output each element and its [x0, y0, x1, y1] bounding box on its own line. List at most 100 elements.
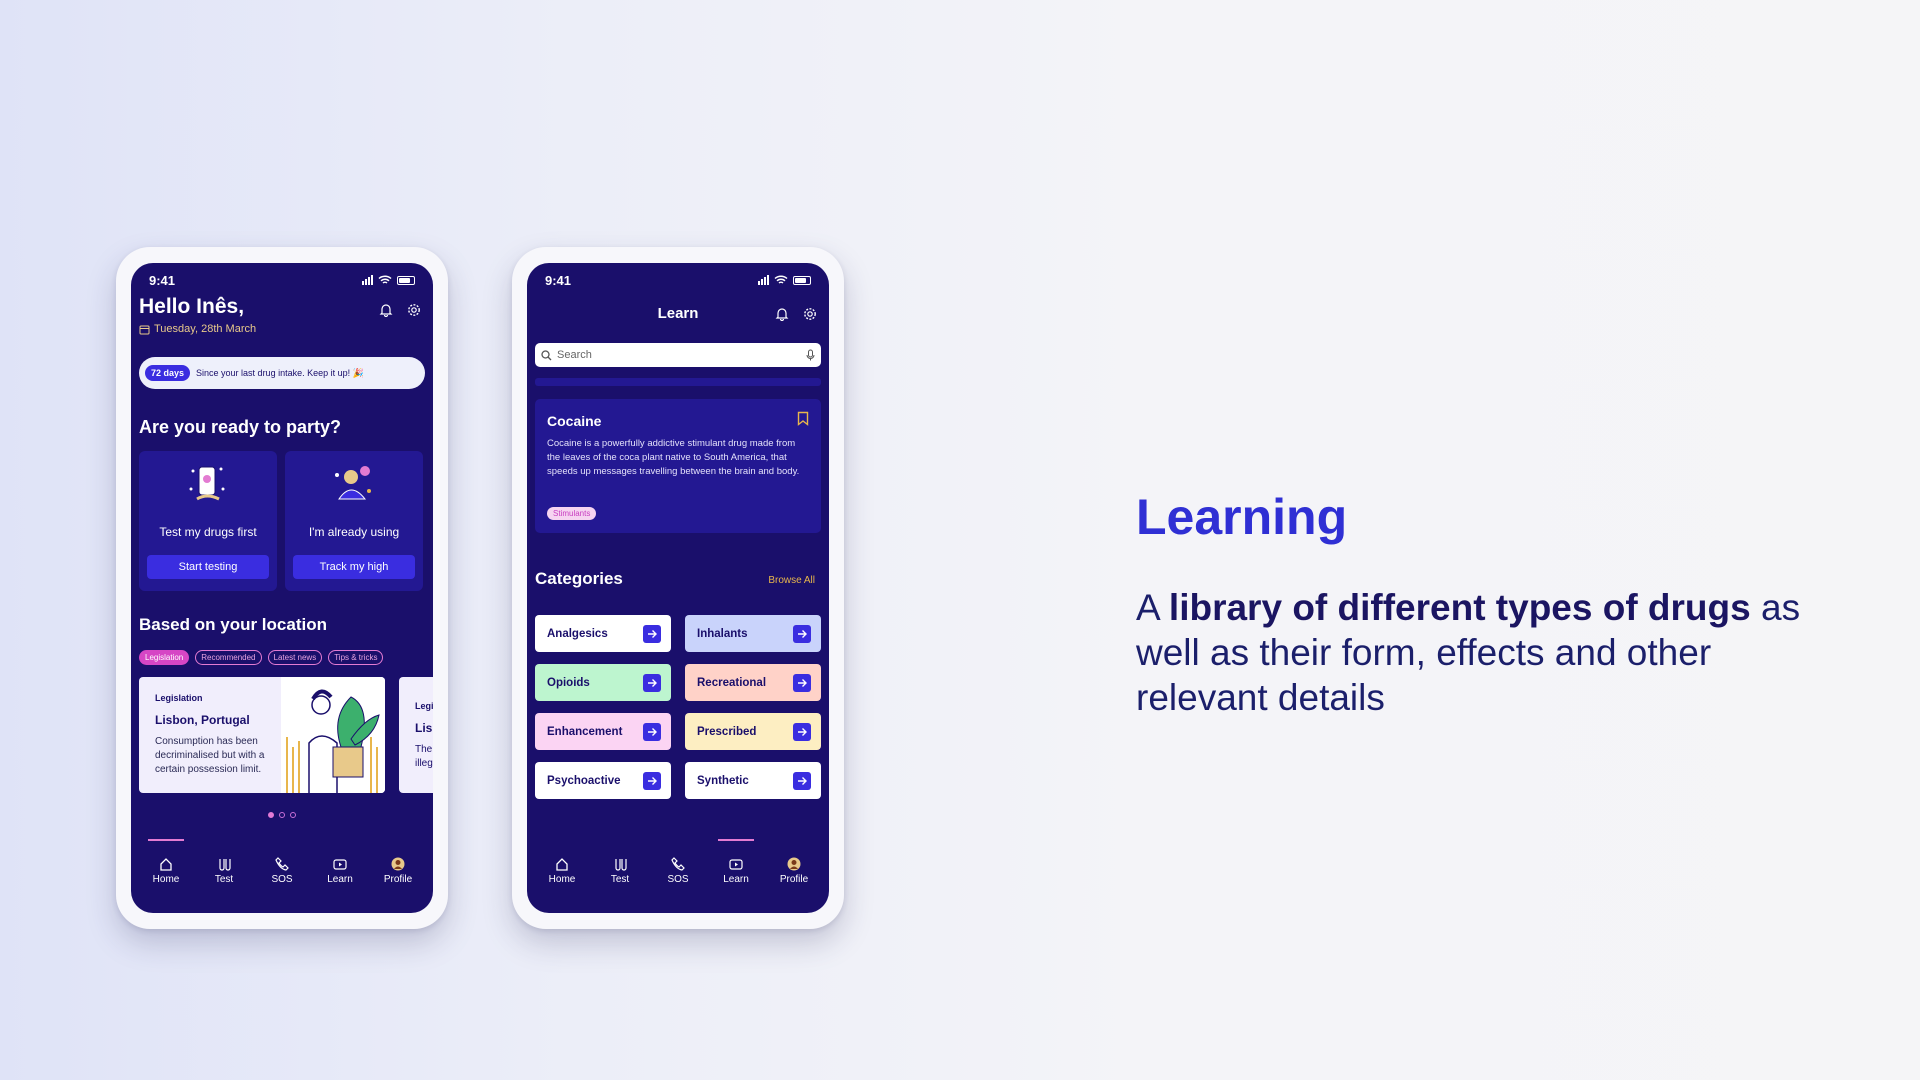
chip-legislation[interactable]: Legislation — [139, 650, 190, 665]
location-tag: Legi — [415, 701, 433, 711]
section-heading: Learning — [1136, 489, 1348, 545]
category-synthetic[interactable]: Synthetic — [685, 762, 821, 799]
arrow-right-icon — [793, 673, 811, 692]
nav-label: Learn — [327, 874, 353, 885]
bell-icon[interactable] — [775, 307, 789, 321]
nav-profile[interactable]: Profile — [372, 857, 424, 885]
chip-tips-tricks[interactable]: Tips & tricks — [328, 650, 384, 665]
arrow-right-icon — [793, 771, 811, 790]
microphone-icon[interactable] — [806, 349, 815, 361]
category-label: Psychoactive — [547, 774, 621, 787]
battery-icon — [793, 275, 811, 285]
drug-title: Cocaine — [547, 413, 602, 429]
bottom-nav: Home Test SOS Learn Profile — [131, 839, 433, 885]
phone-icon — [671, 857, 685, 871]
phone-home-mockup: 9:41 Hello Inês, Tuesday, 28th March 72 … — [116, 247, 448, 929]
category-opioids[interactable]: Opioids — [535, 664, 671, 701]
nav-label: Home — [548, 874, 576, 885]
location-desc: Consumption has been decriminalised but … — [155, 736, 265, 775]
location-desc: The illeg — [415, 744, 433, 769]
featured-drug-card[interactable]: Cocaine Cocaine is a powerfully addictiv… — [535, 399, 821, 533]
carousel-dots[interactable] — [131, 812, 433, 818]
location-city: Lisb — [415, 721, 433, 735]
category-label: Prescribed — [697, 725, 757, 738]
browse-all-link[interactable]: Browse All — [768, 575, 815, 586]
category-prescribed[interactable]: Prescribed — [685, 713, 821, 750]
category-recreational[interactable]: Recreational — [685, 664, 821, 701]
divider — [535, 378, 821, 386]
date-text: Tuesday, 28th March — [154, 323, 257, 335]
streak-banner: 72 days Since your last drug intake. Kee… — [139, 357, 425, 389]
nav-learn[interactable]: Learn — [314, 857, 366, 885]
arrow-right-icon — [643, 771, 661, 790]
location-city: Lisbon, Portugal — [155, 713, 250, 727]
category-label: Inhalants — [697, 627, 748, 640]
location-section-title: Based on your location — [139, 615, 327, 634]
nav-home[interactable]: Home — [536, 857, 588, 885]
nav-home[interactable]: Home — [140, 839, 192, 885]
bell-icon[interactable] — [379, 303, 393, 317]
category-inhalants[interactable]: Inhalants — [685, 615, 821, 652]
nav-test[interactable]: Test — [198, 857, 250, 885]
category-grid: Analgesics Inhalants Opioids Recreationa… — [535, 615, 821, 799]
gear-icon[interactable] — [407, 303, 421, 317]
nav-sos[interactable]: SOS — [652, 857, 704, 885]
track-my-high-button[interactable]: Track my high — [293, 555, 415, 579]
home-screen: 9:41 Hello Inês, Tuesday, 28th March 72 … — [131, 263, 433, 913]
category-enhancement[interactable]: Enhancement — [535, 713, 671, 750]
nav-label: Test — [610, 874, 630, 885]
already-using-card[interactable]: I'm already using Track my high — [285, 451, 423, 591]
para-prefix: A — [1136, 587, 1169, 628]
test-tube-icon — [615, 859, 627, 871]
card-label: Test my drugs first — [159, 525, 257, 539]
test-tube-icon — [219, 859, 231, 871]
category-analgesics[interactable]: Analgesics — [535, 615, 671, 652]
gear-icon[interactable] — [803, 307, 817, 321]
section-description: A library of different types of drugs as… — [1136, 585, 1836, 720]
search-icon — [541, 349, 552, 360]
greeting: Hello Inês, — [139, 295, 245, 318]
nav-test[interactable]: Test — [594, 857, 646, 885]
location-card[interactable]: Legi Lisb The illeg — [399, 677, 433, 793]
party-person-illustration — [335, 466, 371, 500]
categories-title: Categories — [535, 569, 623, 588]
category-label: Opioids — [547, 676, 590, 689]
carousel-dot[interactable] — [268, 812, 274, 818]
search-placeholder: Search — [557, 349, 592, 361]
category-label: Enhancement — [547, 725, 623, 738]
bottom-nav: Home Test SOS Learn Profile — [527, 839, 829, 885]
nav-sos[interactable]: SOS — [256, 857, 308, 885]
phone-icon — [275, 857, 289, 871]
wifi-icon — [378, 275, 392, 284]
bookmark-icon[interactable] — [797, 411, 809, 426]
category-psychoactive[interactable]: Psychoactive — [535, 762, 671, 799]
signal-icon — [758, 275, 769, 285]
chip-recommended[interactable]: Recommended — [195, 650, 262, 665]
avatar-icon — [391, 857, 405, 871]
nav-label: Profile — [779, 874, 809, 885]
status-bar: 9:41 — [527, 271, 829, 289]
test-drugs-card[interactable]: Test my drugs first Start testing — [139, 451, 277, 591]
carousel-dot[interactable] — [279, 812, 285, 818]
para-bold: library of different types of drugs — [1168, 587, 1751, 628]
carousel-dot[interactable] — [290, 812, 296, 818]
phone-learn-mockup: 9:41 Learn Search Cocaine Cocaine is a p… — [512, 247, 844, 929]
category-label: Analgesics — [547, 627, 608, 640]
search-input[interactable]: Search — [535, 343, 821, 367]
home-icon — [160, 858, 172, 871]
avatar-icon — [787, 857, 801, 871]
arrow-right-icon — [643, 673, 661, 692]
location-tag: Legislation — [155, 693, 203, 703]
home-icon — [556, 858, 568, 871]
nav-profile[interactable]: Profile — [768, 857, 820, 885]
location-card[interactable]: Legislation Lisbon, Portugal Consumption… — [139, 677, 385, 793]
streak-days-badge: 72 days — [145, 365, 191, 381]
nav-learn[interactable]: Learn — [710, 839, 762, 885]
status-time: 9:41 — [149, 272, 176, 288]
start-testing-button[interactable]: Start testing — [147, 555, 269, 579]
party-section-title: Are you ready to party? — [139, 417, 342, 437]
category-label: Synthetic — [697, 774, 749, 787]
status-bar: 9:41 — [131, 271, 433, 289]
chip-latest-news[interactable]: Latest news — [267, 650, 323, 665]
drug-tag[interactable]: Stimulants — [547, 507, 597, 520]
